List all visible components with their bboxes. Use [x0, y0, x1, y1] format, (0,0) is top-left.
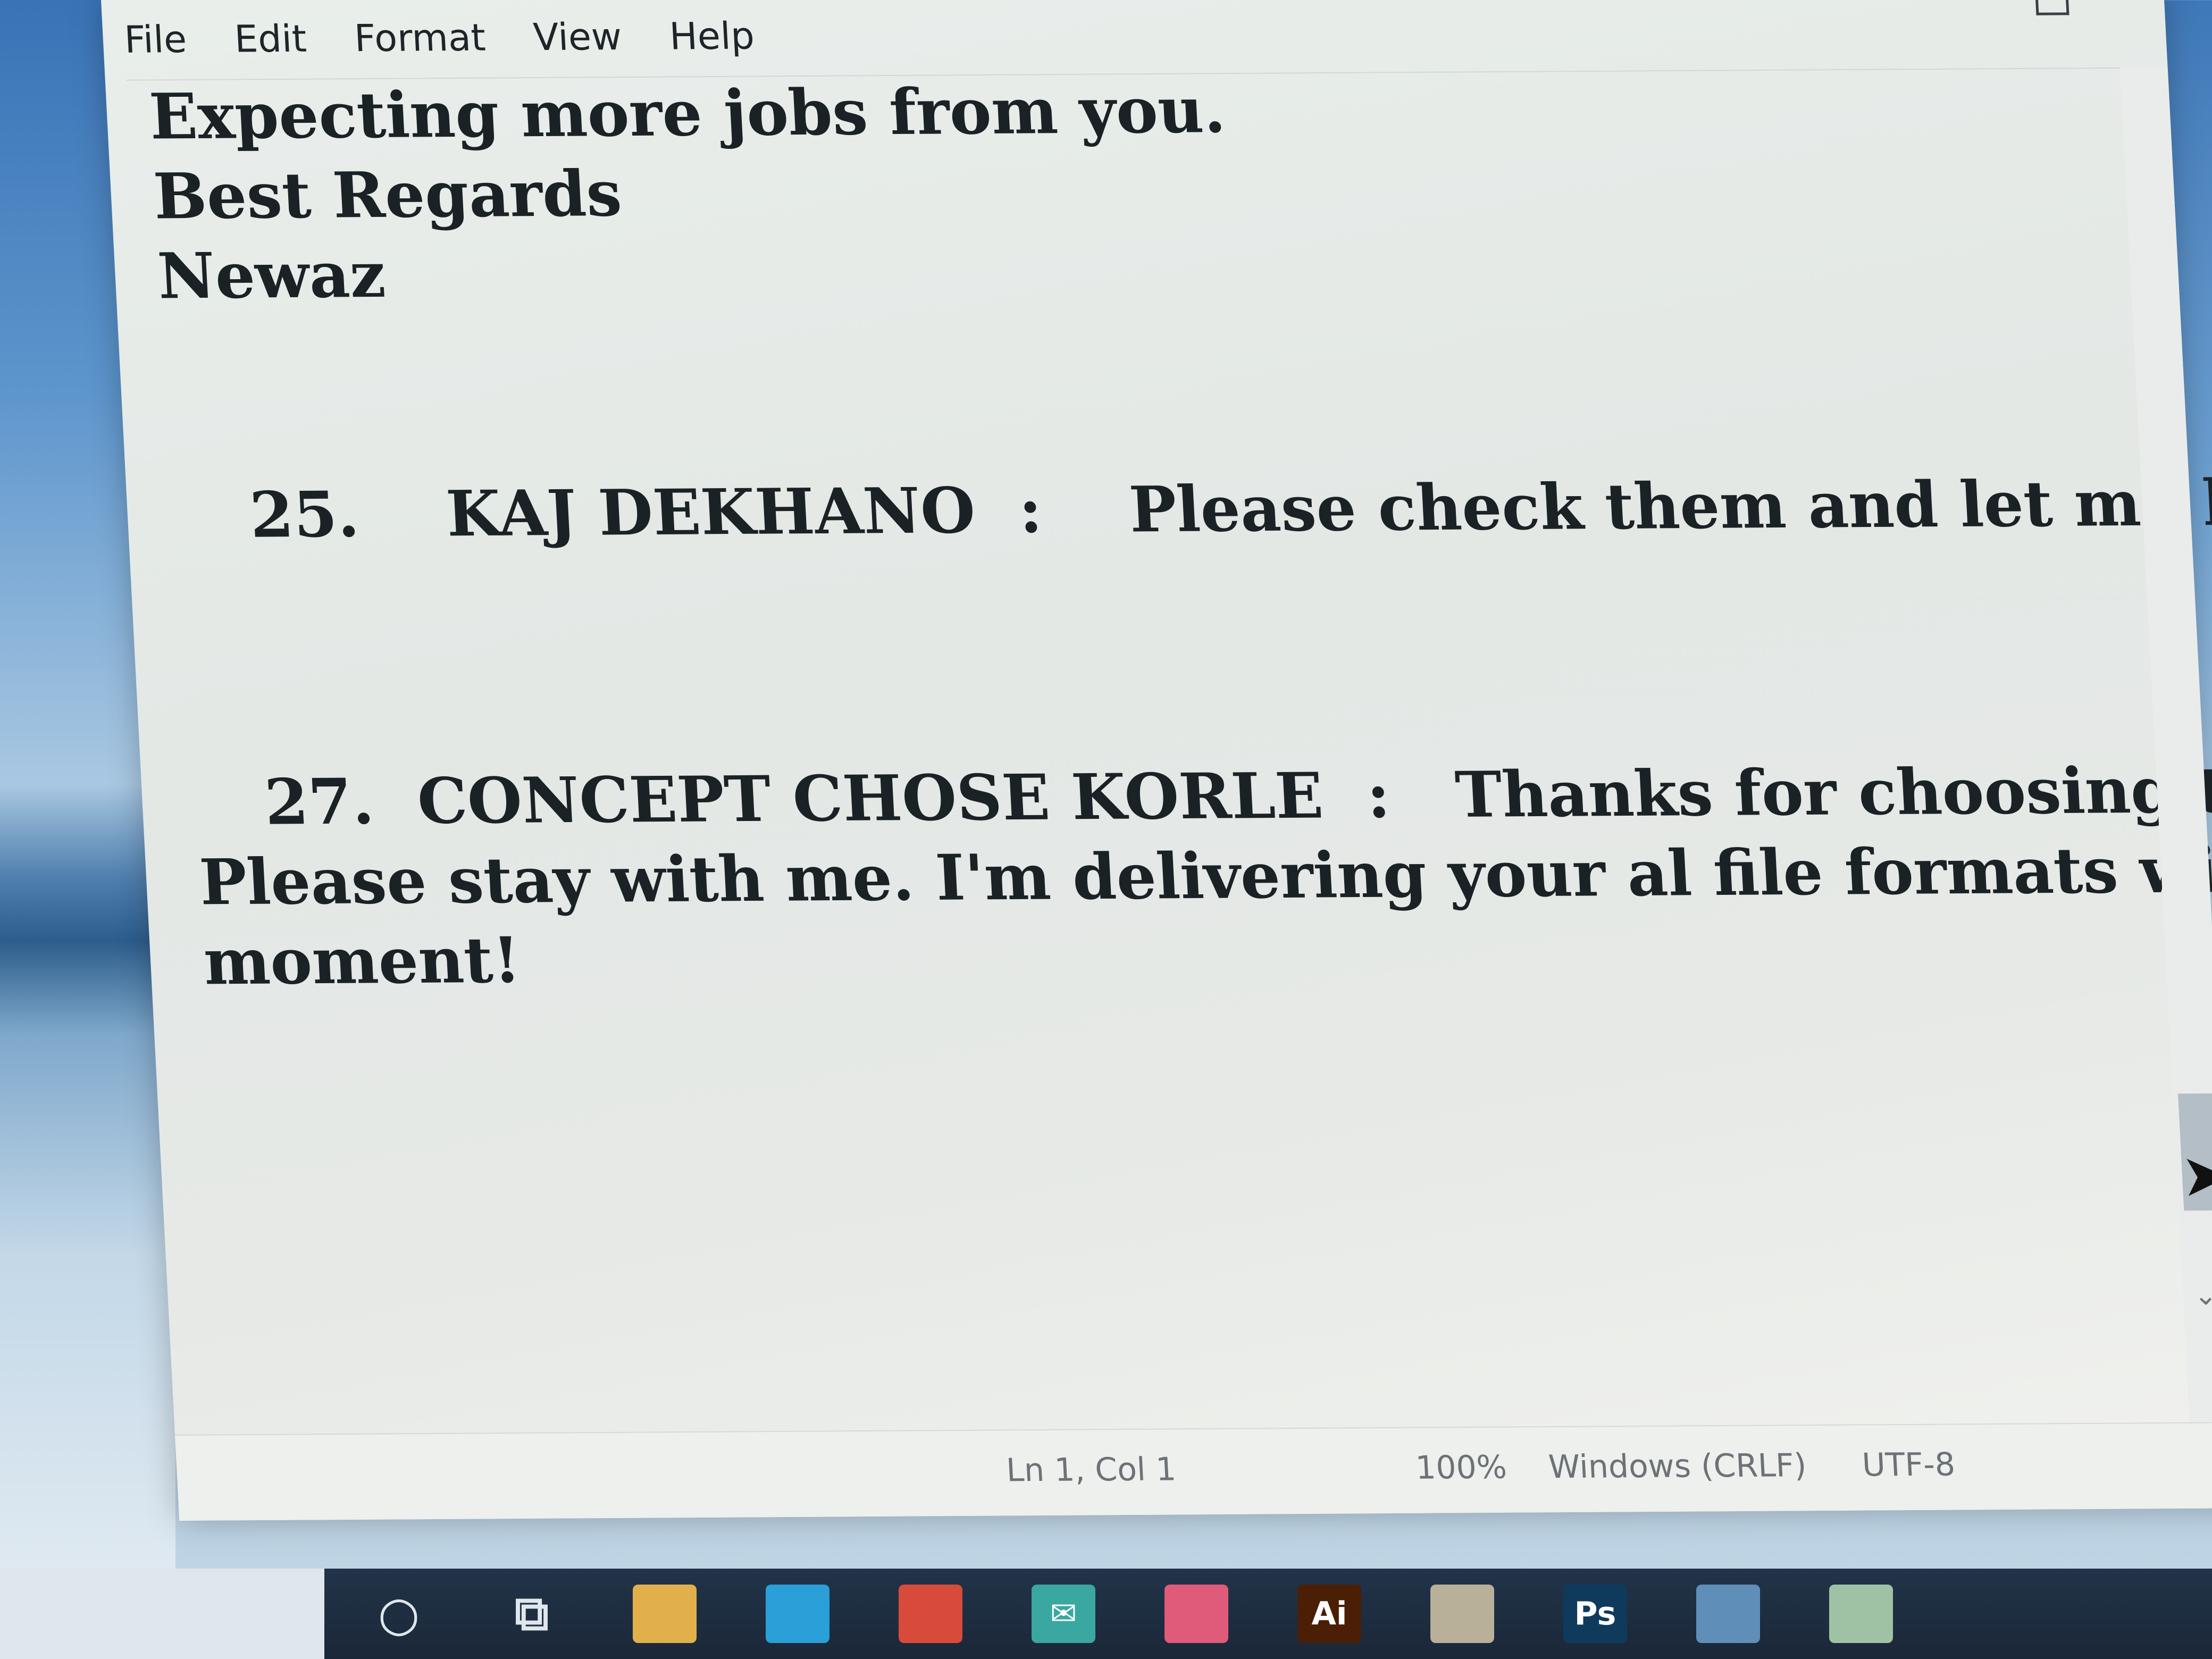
task-view-icon[interactable]: ⧉	[500, 1585, 564, 1643]
status-bar: Ln 1, Col 1 100% Windows (CRLF) UTF-8	[174, 1422, 2212, 1521]
illustrator-icon[interactable]: Ai	[1297, 1585, 1361, 1643]
cursor-position: Ln 1, Col 1	[1005, 1451, 1177, 1489]
menu-view[interactable]: View	[532, 15, 623, 59]
app-icon[interactable]	[1696, 1585, 1760, 1643]
firefox-icon[interactable]	[1164, 1585, 1228, 1643]
taskbar: ○ ⧉ ✉ Ai Ps	[0, 1569, 2212, 1659]
notepad-window: File Edit Format View Help Expecting mor…	[101, 0, 2212, 1521]
maximize-icon[interactable]	[2035, 0, 2069, 15]
chrome-icon[interactable]	[899, 1585, 962, 1643]
store-icon[interactable]	[1430, 1585, 1494, 1643]
text-line: Newaz	[156, 237, 388, 313]
text-line: Expecting more jobs from you.	[147, 73, 1227, 154]
menu-bar: File Edit Format View Help	[122, 0, 2147, 81]
menu-format[interactable]: Format	[353, 16, 487, 61]
text-line: moment!	[202, 923, 523, 999]
line-ending: Windows (CRLF)	[1547, 1447, 1808, 1486]
cortana-icon[interactable]: ○	[367, 1585, 431, 1643]
menu-edit[interactable]: Edit	[233, 17, 308, 61]
text-line: 25. KAJ DEKHANO : Please check them and …	[248, 464, 2212, 552]
text-line: Please stay with me. I'm delivering your…	[197, 831, 2212, 919]
text-line: Best Regards	[152, 156, 624, 233]
text-line: 27. CONCEPT CHOSE KORLE : Thanks for cho…	[263, 752, 2212, 839]
edge-icon[interactable]	[766, 1585, 830, 1643]
mail-icon[interactable]: ✉	[1032, 1585, 1095, 1643]
file-explorer-icon[interactable]	[633, 1585, 697, 1643]
menu-help[interactable]: Help	[668, 14, 756, 58]
app-icon-2[interactable]	[1829, 1585, 1893, 1643]
text-editor[interactable]: Expecting more jobs from you. Best Regar…	[127, 68, 2212, 1436]
menu-file[interactable]: File	[123, 18, 188, 62]
zoom-level: 100%	[1414, 1448, 1508, 1487]
taskbar-search-area[interactable]	[0, 1569, 324, 1659]
chevron-down-icon[interactable]: ⌄	[2193, 1279, 2212, 1311]
mouse-cursor-icon: ➤	[2179, 1141, 2212, 1210]
encoding: UTF-8	[1861, 1446, 1956, 1484]
photoshop-icon[interactable]: Ps	[1563, 1585, 1627, 1643]
